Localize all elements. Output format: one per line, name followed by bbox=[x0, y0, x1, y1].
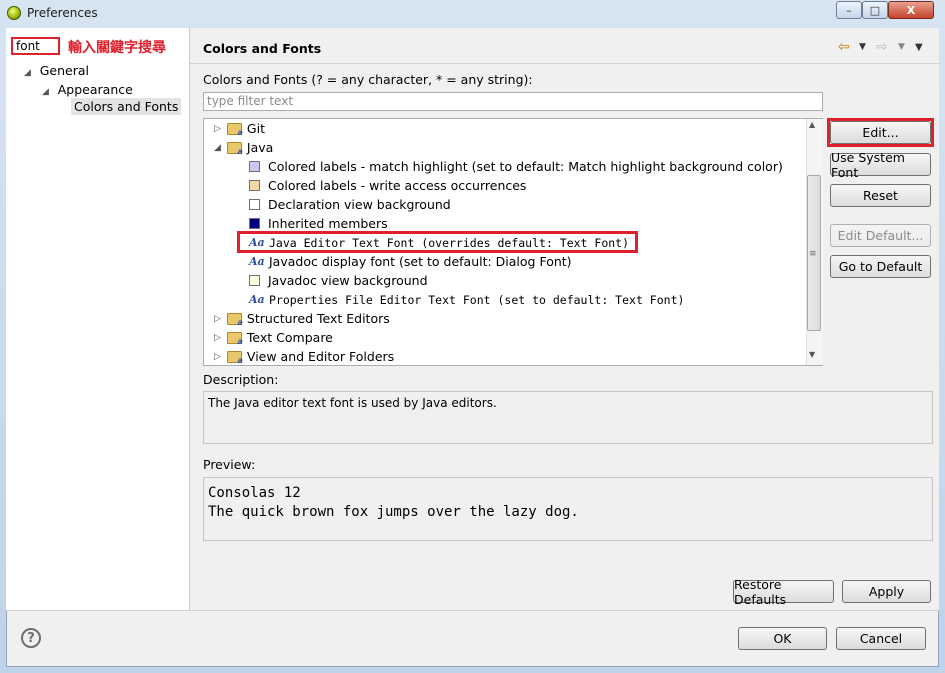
collapsed-triangle-icon[interactable]: ▷ bbox=[214, 124, 221, 134]
preview-line-1: Consolas 12 bbox=[208, 485, 301, 501]
font-icon: Aa bbox=[249, 255, 265, 268]
expanded-triangle-icon[interactable]: ◢ bbox=[24, 68, 31, 78]
preview-label: Preview: bbox=[203, 457, 256, 472]
tree-row-label: Java bbox=[246, 140, 274, 155]
tree-row-properties-font[interactable]: Aa Properties File Editor Text Font (set… bbox=[249, 290, 684, 309]
tree-row-colored-labels-write[interactable]: Colored labels - write access occurrence… bbox=[249, 176, 526, 195]
close-button[interactable]: X bbox=[888, 1, 934, 19]
back-arrow-icon[interactable]: ⇦ bbox=[838, 39, 850, 55]
folder-icon bbox=[226, 312, 243, 327]
tree-row-javadoc-display-font[interactable]: Aa Javadoc display font (set to default:… bbox=[249, 252, 572, 271]
title-bar[interactable]: Preferences – □ X bbox=[0, 0, 945, 28]
preference-tree-pane bbox=[6, 28, 190, 610]
preview-line-2: The quick brown fox jumps over the lazy … bbox=[208, 504, 579, 520]
footer-separator bbox=[6, 610, 939, 611]
search-input[interactable]: font bbox=[11, 37, 60, 55]
tree-row-view-editor-folders[interactable]: ▷ View and Editor Folders bbox=[214, 347, 395, 365]
scroll-down-icon[interactable]: ▼ bbox=[809, 350, 815, 359]
forward-dropdown-icon[interactable]: ▼ bbox=[898, 42, 905, 52]
tree-item-general[interactable]: ◢ General bbox=[24, 63, 89, 78]
use-system-font-button[interactable]: Use System Font bbox=[830, 150, 931, 180]
view-menu-icon[interactable]: ▼ bbox=[915, 42, 923, 53]
tree-row-declaration-bg[interactable]: Declaration view background bbox=[249, 195, 451, 214]
collapsed-triangle-icon[interactable]: ▷ bbox=[214, 314, 221, 324]
highlight-annotation-java-font bbox=[237, 231, 638, 253]
tree-row-git[interactable]: ▷ Git bbox=[214, 119, 265, 138]
reset-button[interactable]: Reset bbox=[830, 184, 931, 207]
description-text: The Java editor text font is used by Jav… bbox=[208, 396, 497, 410]
page-title: Colors and Fonts bbox=[203, 41, 322, 56]
go-to-default-button[interactable]: Go to Default bbox=[830, 255, 931, 278]
search-annotation: 輸入關鍵字搜尋 bbox=[68, 40, 166, 56]
tree-item-appearance-label: Appearance bbox=[57, 82, 133, 97]
tree-row-text-compare[interactable]: ▷ Text Compare bbox=[214, 328, 333, 347]
folder-icon bbox=[226, 122, 243, 137]
tree-row-label: Colored labels - match highlight (set to… bbox=[268, 159, 783, 174]
tree-row-label: Structured Text Editors bbox=[246, 311, 390, 326]
color-swatch-icon bbox=[249, 199, 260, 210]
tree-item-appearance[interactable]: ◢ Appearance bbox=[42, 82, 133, 97]
collapsed-triangle-icon[interactable]: ▷ bbox=[214, 352, 221, 362]
color-swatch-icon bbox=[249, 218, 260, 229]
tree-row-label: Colored labels - write access occurrence… bbox=[268, 178, 527, 193]
filter-input[interactable]: type filter text bbox=[203, 92, 823, 111]
expanded-triangle-icon[interactable]: ◢ bbox=[214, 143, 221, 153]
folder-icon bbox=[226, 331, 243, 346]
description-label: Description: bbox=[203, 372, 279, 387]
window-title: Preferences bbox=[27, 6, 98, 20]
highlight-annotation-edit bbox=[827, 118, 934, 147]
preview-box: Consolas 12 The quick brown fox jumps ov… bbox=[203, 477, 933, 541]
back-dropdown-icon[interactable]: ▼ bbox=[859, 42, 866, 52]
font-icon: Aa bbox=[249, 293, 265, 306]
folder-icon bbox=[226, 141, 243, 156]
tree-row-java[interactable]: ◢ Java bbox=[214, 138, 273, 157]
header-separator bbox=[190, 63, 939, 64]
tree-item-general-label: General bbox=[39, 63, 90, 78]
tree-row-javadoc-view-bg[interactable]: Javadoc view background bbox=[249, 271, 428, 290]
minimize-button[interactable]: – bbox=[836, 1, 862, 19]
tree-row-label: View and Editor Folders bbox=[246, 349, 395, 364]
tree-item-colors-and-fonts-label: Colors and Fonts bbox=[71, 98, 182, 115]
eclipse-app-icon bbox=[7, 6, 21, 20]
tree-row-label: Declaration view background bbox=[268, 197, 451, 212]
tree-row-label: Git bbox=[246, 121, 265, 136]
restore-defaults-button[interactable]: Restore Defaults bbox=[733, 577, 834, 607]
color-swatch-icon bbox=[249, 161, 260, 172]
tree-row-colored-labels-match[interactable]: Colored labels - match highlight (set to… bbox=[249, 157, 783, 176]
tree-row-label: Text Compare bbox=[246, 330, 333, 345]
tree-item-colors-and-fonts[interactable]: Colors and Fonts bbox=[71, 98, 182, 115]
description-box: The Java editor text font is used by Jav… bbox=[203, 391, 933, 444]
scroll-up-icon[interactable]: ▲ bbox=[809, 120, 815, 129]
maximize-button[interactable]: □ bbox=[862, 1, 888, 19]
tree-row-label: Javadoc view background bbox=[268, 273, 428, 288]
help-icon[interactable]: ? bbox=[21, 628, 41, 648]
filter-label: Colors and Fonts (? = any character, * =… bbox=[203, 72, 533, 87]
collapsed-triangle-icon[interactable]: ▷ bbox=[214, 333, 221, 343]
color-swatch-icon bbox=[249, 275, 260, 286]
ok-button[interactable]: OK bbox=[738, 627, 827, 650]
tree-row-label: Inherited members bbox=[268, 216, 388, 231]
edit-default-button[interactable]: Edit Default... bbox=[830, 224, 931, 247]
grip-icon: ≡ bbox=[809, 249, 817, 259]
apply-button[interactable]: Apply bbox=[842, 580, 931, 603]
tree-row-label: Javadoc display font (set to default: Di… bbox=[269, 254, 572, 269]
cancel-button[interactable]: Cancel bbox=[836, 627, 926, 650]
folder-icon bbox=[226, 350, 243, 365]
color-swatch-icon bbox=[249, 180, 260, 191]
tree-row-structured-text[interactable]: ▷ Structured Text Editors bbox=[214, 309, 390, 328]
tree-row-label: Properties File Editor Text Font (set to… bbox=[269, 292, 685, 307]
forward-arrow-icon[interactable]: ⇨ bbox=[876, 39, 888, 55]
expanded-triangle-icon[interactable]: ◢ bbox=[42, 87, 49, 97]
